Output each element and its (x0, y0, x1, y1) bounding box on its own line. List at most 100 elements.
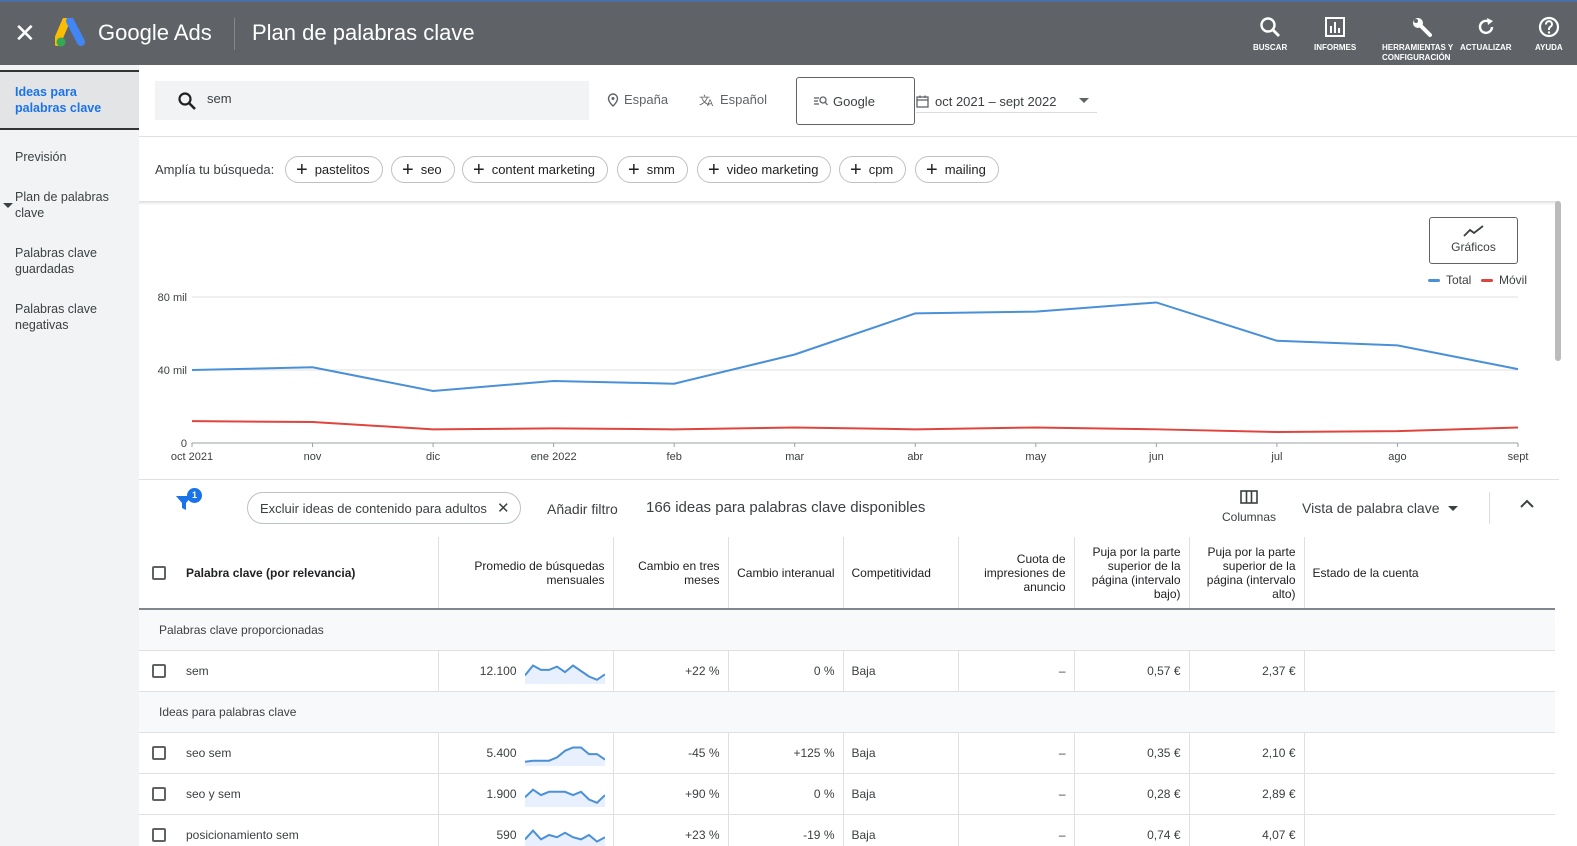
adult-filter-chip[interactable]: Excluir ideas de contenido para adultos … (247, 492, 521, 524)
keyword-search-box[interactable] (155, 81, 589, 120)
trend-sparkline (524, 787, 605, 807)
table-row[interactable]: seo y sem 1.900 +90 % 0 % Baja – 0,28 € … (139, 773, 1555, 815)
group-label: Ideas para palabras clave (139, 691, 1555, 733)
x-tick-label: jul (1270, 451, 1282, 463)
sidebar-item-forecast[interactable]: Previsión (15, 149, 133, 165)
close-icon[interactable]: ✕ (497, 499, 510, 517)
table-row[interactable]: seo sem 5.400 -45 % +125 % Baja – 0,35 €… (139, 732, 1555, 774)
column-header-competition[interactable]: Competitividad (843, 537, 959, 610)
sidebar-item-saved-keywords[interactable]: Palabras clave guardadas (15, 245, 133, 277)
help-icon (1538, 16, 1559, 38)
charts-button[interactable]: Gráficos (1429, 217, 1518, 264)
chevron-up-icon[interactable] (1519, 496, 1535, 512)
scrollbar[interactable] (1555, 201, 1561, 361)
view-label: Vista de palabra clave (1302, 500, 1440, 516)
column-header-three-month-change[interactable]: Cambio en tres meses (613, 537, 729, 610)
broaden-chip[interactable]: + video marketing (697, 156, 832, 183)
avg-searches: 12.100 (479, 663, 517, 678)
chevron-down-icon (1079, 98, 1089, 103)
three-month-change: +22 % (613, 650, 729, 692)
language-selector[interactable]: 文A Español (699, 92, 767, 107)
chip-label: video marketing (726, 162, 819, 177)
tool-search-label: BUSCAR (1253, 43, 1288, 52)
column-header-avg-searches[interactable]: Promedio de búsquedas mensuales (438, 537, 614, 610)
broaden-chip[interactable]: + mailing (915, 156, 999, 183)
search-icon (1260, 17, 1281, 37)
view-selector[interactable]: Vista de palabra clave (1302, 500, 1458, 516)
legend-mobile: Móvil (1481, 273, 1527, 287)
plus-icon: + (926, 158, 938, 181)
sidebar: Ideas para palabras clave Previsión Plan… (0, 65, 139, 846)
keyword-cell: seo y sem (186, 786, 241, 801)
chip-label: cpm (868, 162, 894, 177)
three-month-change: -45 % (613, 732, 729, 774)
table-header-row: Palabra clave (por relevancia) Promedio … (139, 537, 1555, 610)
broaden-label: Amplía tu búsqueda: (155, 162, 275, 177)
row-checkbox[interactable] (152, 663, 166, 678)
row-checkbox[interactable] (152, 827, 166, 842)
column-header-bid-low[interactable]: Puja por la parte superior de la página … (1074, 537, 1190, 610)
column-header-impression-share[interactable]: Cuota de impresiones de anuncio (958, 537, 1075, 610)
table-row[interactable]: posicionamiento sem 590 +23 % -19 % Baja… (139, 814, 1555, 846)
bid-high: 4,07 € (1189, 814, 1305, 846)
location-selector[interactable]: España (607, 92, 668, 107)
chart-svg: 0 40 mil 80 mil oct 2021 nov dic ene 2022 feb ma… (158, 292, 1529, 463)
tool-tools-settings[interactable]: HERRAMIENTAS Y CONFIGURACIÓN (1382, 16, 1462, 63)
column-header-yoy-change[interactable]: Cambio interanual (728, 537, 844, 610)
tool-reports[interactable]: INFORMES (1314, 16, 1356, 53)
google-ads-logo (53, 17, 87, 53)
trend-line-icon (1462, 225, 1484, 237)
sidebar-item-keyword-ideas[interactable]: Ideas para palabras clave (0, 70, 139, 130)
calendar-icon (916, 95, 929, 108)
avg-searches: 1.900 (486, 786, 517, 801)
yoy-change: 0 % (728, 773, 844, 815)
tool-help[interactable]: AYUDA (1535, 16, 1563, 53)
caret-down-icon[interactable] (3, 203, 13, 208)
x-tick-label: dic (426, 451, 441, 463)
broaden-chip[interactable]: + cpm (839, 156, 907, 183)
row-checkbox[interactable] (152, 786, 166, 801)
search-volume-chart: 0 40 mil 80 mil oct 2021 nov dic ene 2022 feb ma… (139, 203, 1559, 478)
group-row: Palabras clave proporcionadas (139, 609, 1555, 651)
brand-name: Google Ads (98, 20, 212, 45)
broaden-chip[interactable]: + seo (391, 156, 455, 183)
select-all-checkbox[interactable] (152, 565, 166, 580)
three-month-change: +90 % (613, 773, 729, 815)
network-selector[interactable]: Google (796, 77, 915, 125)
column-header-bid-high[interactable]: Puja por la parte superior de la página … (1189, 537, 1305, 610)
add-filter-button[interactable]: Añadir filtro (547, 501, 618, 517)
column-header-account-status[interactable]: Estado de la cuenta (1304, 537, 1555, 610)
row-checkbox[interactable] (152, 745, 166, 760)
keyword-search-input[interactable] (207, 91, 557, 106)
columns-label: Columnas (1222, 510, 1277, 524)
translate-icon: 文A (699, 93, 714, 107)
sidebar-item-negative-keywords[interactable]: Palabras clave negativas (15, 301, 133, 333)
broaden-chip[interactable]: + smm (617, 156, 688, 183)
title-divider (234, 18, 235, 50)
sidebar-item-label: Plan de palabras clave (15, 190, 109, 220)
y-tick-label: 40 mil (158, 365, 187, 377)
table-row[interactable]: sem 12.100 +22 % 0 % Baja – 0,57 € 2,37 … (139, 650, 1555, 692)
impression-share: – (958, 650, 1075, 692)
yoy-change: +125 % (728, 732, 844, 774)
close-icon[interactable]: ✕ (14, 20, 36, 46)
trend-sparkline (524, 828, 605, 846)
tool-reports-label: INFORMES (1314, 43, 1357, 52)
tool-search[interactable]: BUSCAR (1253, 16, 1287, 53)
x-tick-label: jun (1148, 451, 1164, 463)
x-tick-label: may (1025, 451, 1046, 463)
plus-icon: + (296, 158, 308, 181)
broaden-chip[interactable]: + pastelitos (285, 156, 383, 183)
app-root: ✕ Google Ads Plan de palabras clave BUSC… (0, 0, 1577, 846)
impression-share: – (958, 814, 1075, 846)
top-bar: ✕ Google Ads Plan de palabras clave BUSC… (0, 0, 1577, 65)
x-tick-label: ago (1388, 451, 1406, 463)
columns-button[interactable]: Columnas (1222, 490, 1276, 524)
reports-icon (1325, 17, 1346, 37)
column-header-keyword[interactable]: Palabra clave (por relevancia) (139, 537, 439, 610)
sidebar-item-keyword-plan[interactable]: Plan de palabras clave (15, 189, 133, 221)
sidebar-item-label: Palabras clave guardadas (15, 246, 97, 276)
date-range-selector[interactable]: oct 2021 – sept 2022 (916, 91, 1097, 113)
tool-refresh[interactable]: ACTUALIZAR (1460, 16, 1512, 53)
broaden-chip[interactable]: + content marketing (462, 156, 609, 183)
